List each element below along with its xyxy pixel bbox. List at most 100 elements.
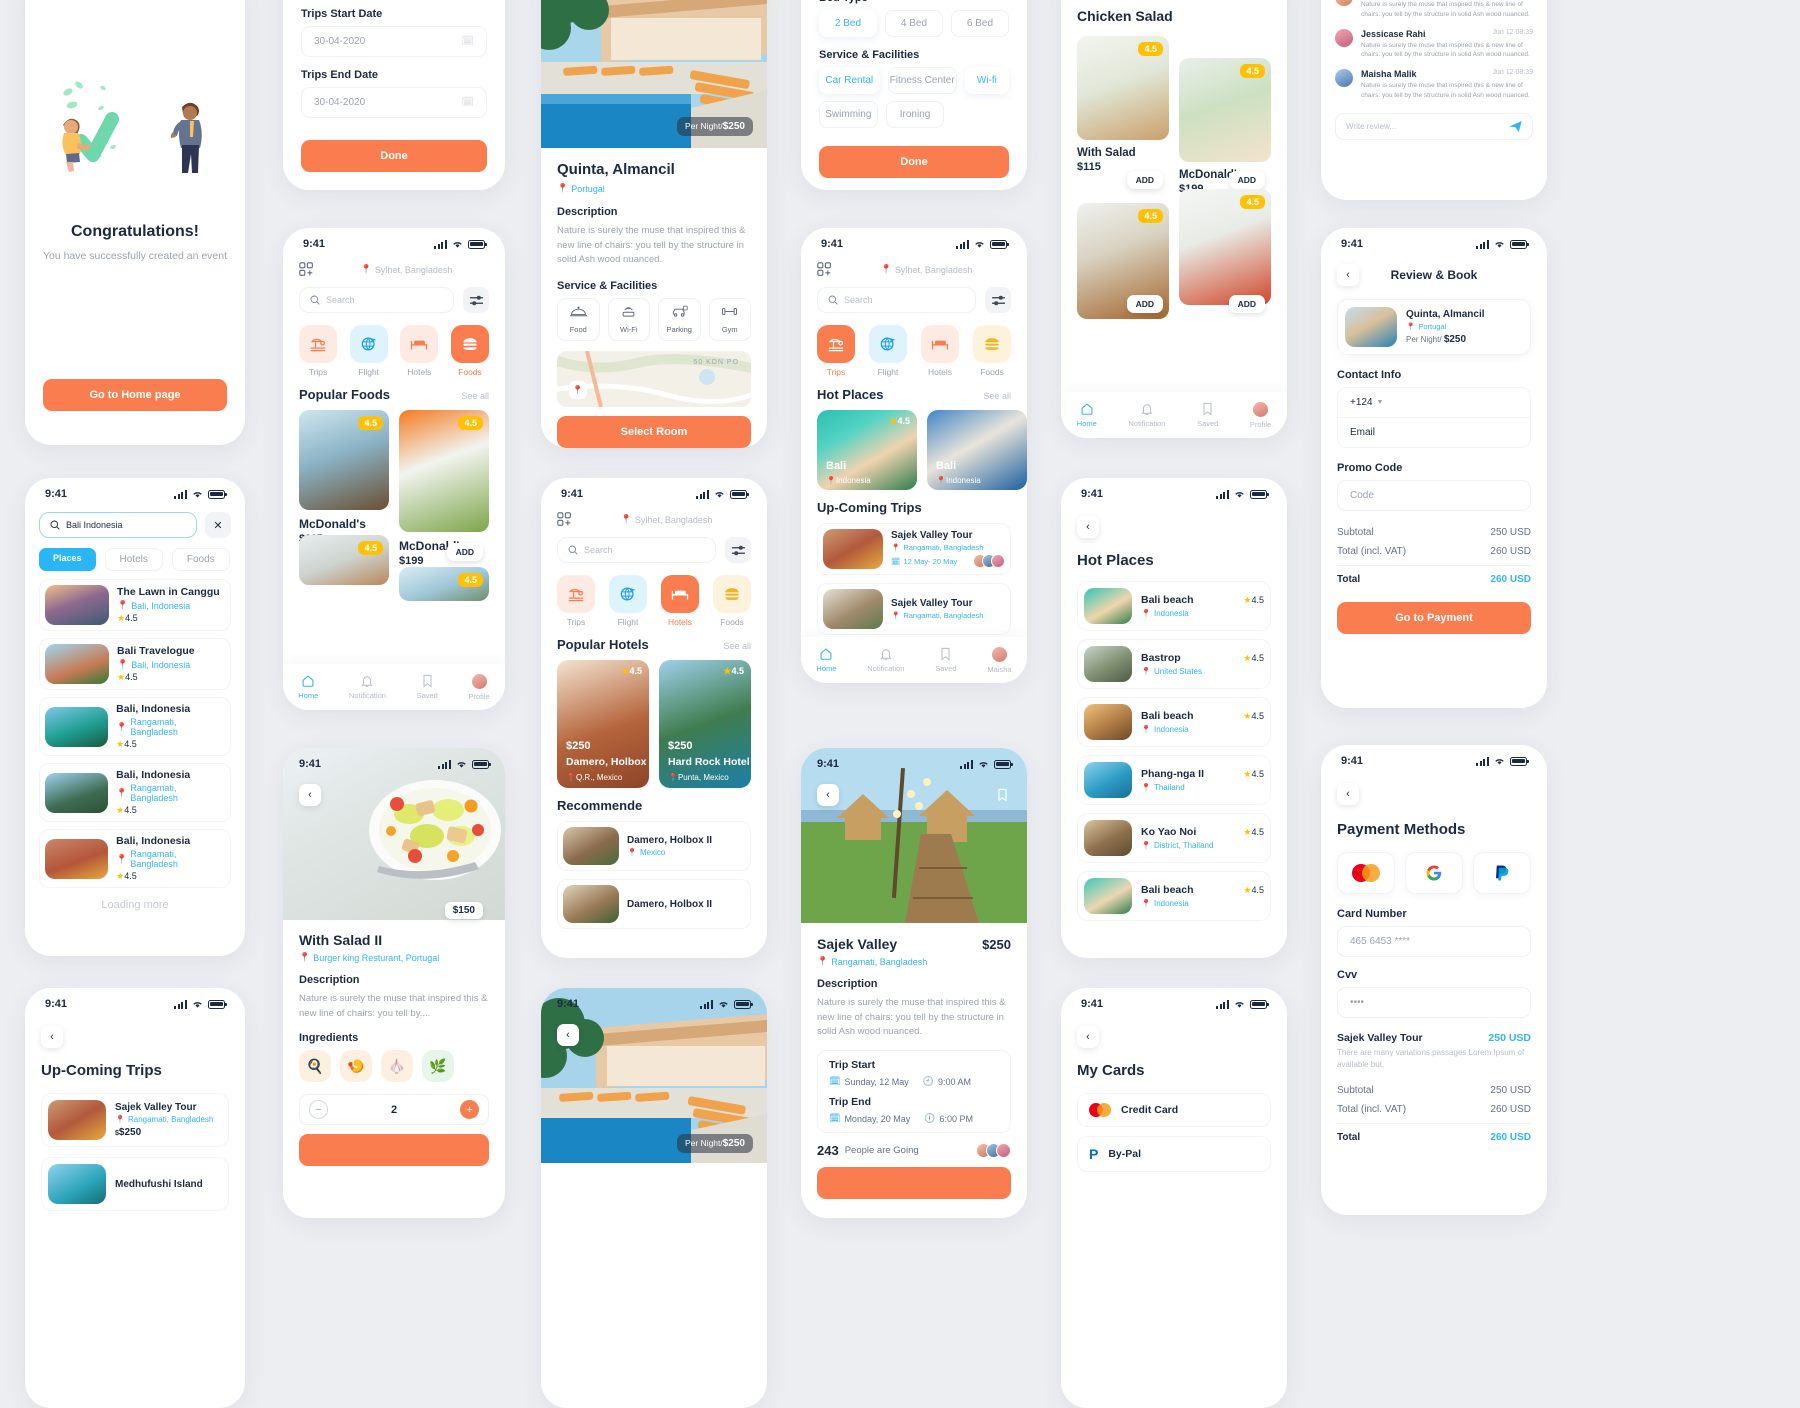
country-code-select[interactable]: +124 ▼ bbox=[1338, 388, 1530, 418]
list-item[interactable]: Bali beach ★4.5 📍 Indonesia bbox=[1077, 581, 1271, 631]
review-input[interactable]: Write review... bbox=[1335, 112, 1533, 140]
filter-icon[interactable] bbox=[463, 287, 489, 313]
nav-profile[interactable]: Profile bbox=[468, 673, 490, 701]
place-card[interactable]: ★4.5 Bali 📍Indonesia bbox=[817, 410, 917, 490]
food-card[interactable]: 4.5 ADD bbox=[1077, 203, 1169, 319]
nav-home[interactable]: Home bbox=[298, 674, 318, 700]
back-button[interactable]: ‹ bbox=[1077, 516, 1099, 538]
booking-summary-card[interactable]: Quinta, Almancil 📍 Portugal Per Night/ $2… bbox=[1337, 299, 1531, 355]
add-button[interactable]: ADD bbox=[1228, 295, 1265, 313]
search-input[interactable]: Search bbox=[299, 287, 454, 313]
tab-foods[interactable]: Foods bbox=[171, 548, 230, 571]
go-home-button[interactable]: Go to Home page bbox=[43, 379, 227, 411]
grid-add-icon[interactable] bbox=[299, 262, 314, 277]
facility-gym[interactable]: Gym bbox=[708, 298, 751, 342]
hotel-card[interactable]: ★4.5 $250 Damero, Holbox 📍Q.R., Mexico bbox=[557, 660, 649, 788]
see-all-link[interactable]: See all bbox=[723, 641, 751, 651]
list-item[interactable]: Phang-nga II ★4.5 📍 Thailand bbox=[1077, 755, 1271, 805]
grid-add-icon[interactable] bbox=[817, 262, 832, 277]
promo-input[interactable]: Code bbox=[1337, 480, 1531, 511]
facility-car-rental[interactable]: Car Rental bbox=[819, 67, 880, 94]
filter-icon[interactable] bbox=[725, 537, 751, 563]
category-flight[interactable]: Flight bbox=[349, 325, 388, 377]
add-button[interactable]: ADD bbox=[446, 543, 483, 561]
category-foods[interactable]: Foods bbox=[450, 325, 489, 377]
card-number-input[interactable]: 465 6453 **** bbox=[1337, 926, 1531, 957]
tab-hotels[interactable]: Hotels bbox=[104, 548, 163, 571]
facility-parking[interactable]: Parking bbox=[658, 298, 701, 342]
bed-option-6[interactable]: 6 Bed bbox=[951, 10, 1009, 37]
facility-wifi[interactable]: Wi-Fi bbox=[607, 298, 650, 342]
back-button[interactable]: ‹ bbox=[299, 784, 321, 806]
nav-saved[interactable]: Saved bbox=[935, 647, 957, 673]
list-item[interactable]: P By-Pal bbox=[1077, 1136, 1271, 1172]
nav-saved[interactable]: Saved bbox=[1197, 402, 1218, 428]
food-card[interactable]: 4.5 ADD bbox=[1179, 189, 1271, 319]
category-trips[interactable]: Trips bbox=[817, 325, 855, 377]
nav-notification[interactable]: Notification bbox=[1128, 402, 1165, 428]
nav-notification[interactable]: Notification bbox=[349, 674, 386, 700]
list-item[interactable]: Bastrop ★4.5 📍 United States bbox=[1077, 639, 1271, 689]
list-item[interactable]: Sajek Valley Tour 📍 Rangamati, Bangladesh… bbox=[41, 1093, 229, 1147]
email-field[interactable]: Email bbox=[1338, 418, 1530, 447]
bed-option-4[interactable]: 4 Bed bbox=[885, 10, 943, 37]
category-flight[interactable]: Flight bbox=[869, 325, 907, 377]
end-date-input[interactable]: 30-04-2020 🗓 bbox=[301, 87, 487, 118]
back-button[interactable]: ‹ bbox=[817, 784, 839, 806]
nav-notification[interactable]: Notification bbox=[867, 647, 904, 673]
back-button[interactable]: ‹ bbox=[557, 1024, 579, 1046]
food-card[interactable]: 4.5 ADD With Salad $115 bbox=[1077, 36, 1169, 195]
nav-home[interactable]: Home bbox=[816, 647, 836, 673]
cvv-input[interactable]: •••• bbox=[1337, 987, 1531, 1018]
facility-food[interactable]: Food bbox=[557, 298, 600, 342]
search-input[interactable]: Search bbox=[557, 537, 716, 563]
see-all-link[interactable]: See all bbox=[461, 391, 489, 401]
hotel-card[interactable]: ★4.5 $250 Hard Rock Hotel 📍Punta, Mexico bbox=[659, 660, 751, 788]
close-icon[interactable]: ✕ bbox=[205, 512, 231, 538]
nav-saved[interactable]: Saved bbox=[417, 674, 438, 700]
done-button[interactable]: Done bbox=[819, 146, 1009, 178]
nav-home[interactable]: Home bbox=[1077, 402, 1097, 428]
bookmark-icon[interactable] bbox=[996, 788, 1009, 802]
go-to-payment-button[interactable]: Go to Payment bbox=[1337, 602, 1531, 634]
payment-method-google[interactable] bbox=[1405, 852, 1463, 894]
filter-icon[interactable] bbox=[985, 287, 1011, 313]
list-item[interactable]: Damero, Holbox II bbox=[557, 879, 751, 929]
add-button[interactable]: ADD bbox=[1126, 295, 1163, 313]
list-item[interactable]: Bali, Indonesia 📍 Rangamati, Bangladesh ★… bbox=[39, 763, 231, 822]
nav-profile[interactable]: Maisha bbox=[987, 646, 1012, 674]
facility-swimming[interactable]: Swimming bbox=[819, 101, 878, 128]
list-item[interactable]: Bali, Indonesia 📍 Rangamati, Bangladesh ★… bbox=[39, 829, 231, 888]
category-trips[interactable]: Trips bbox=[557, 575, 595, 627]
category-foods[interactable]: Foods bbox=[973, 325, 1011, 377]
send-icon[interactable] bbox=[1509, 120, 1522, 132]
category-trips[interactable]: Trips bbox=[299, 325, 337, 377]
food-card[interactable]: 4.5 ADD McDonald's $199 bbox=[399, 410, 489, 567]
map-preview[interactable]: 50 KDN PO 📍 bbox=[557, 351, 751, 408]
back-button[interactable]: ‹ bbox=[41, 1026, 63, 1048]
payment-method-paypal[interactable] bbox=[1473, 852, 1531, 894]
list-item[interactable]: The Lawn in Canggu 📍 Bali, Indonesia ★4.5 bbox=[39, 579, 231, 631]
category-flight[interactable]: Flight bbox=[609, 575, 647, 627]
done-button[interactable]: Done bbox=[301, 140, 487, 172]
list-item[interactable]: Bali Travelogue 📍 Bali, Indonesia ★4.5 bbox=[39, 638, 231, 690]
quantity-decrease[interactable]: − bbox=[309, 1100, 328, 1120]
quantity-increase[interactable]: + bbox=[460, 1100, 479, 1120]
category-hotels[interactable]: Hotels bbox=[921, 325, 959, 377]
start-date-input[interactable]: 30-04-2020 🗓 bbox=[301, 26, 487, 57]
nav-profile[interactable]: Profile bbox=[1250, 401, 1271, 429]
back-button[interactable]: ‹ bbox=[1077, 1026, 1099, 1048]
category-hotels[interactable]: Hotels bbox=[661, 575, 699, 627]
list-item[interactable]: Damero, Holbox II 📍 Mexico bbox=[557, 821, 751, 871]
facility-ironing[interactable]: Ironing bbox=[885, 101, 945, 128]
facility-fitness-center[interactable]: Fitness Center bbox=[887, 67, 957, 94]
list-item[interactable]: Bali, Indonesia 📍 Rangamati, Bangladesh ★… bbox=[39, 697, 231, 756]
list-item[interactable]: Sajek Valley Tour 📍 Rangamati, Bangladesh… bbox=[817, 523, 1011, 575]
add-to-cart-button[interactable] bbox=[299, 1134, 489, 1167]
add-button[interactable]: ADD bbox=[1126, 171, 1163, 189]
food-card[interactable]: 4.5 bbox=[299, 535, 389, 601]
list-item[interactable]: Medhufushi Island bbox=[41, 1157, 229, 1211]
see-all-link[interactable]: See all bbox=[983, 391, 1011, 401]
list-item[interactable]: Ko Yao Noi ★4.5 📍 District, Thailand bbox=[1077, 813, 1271, 863]
facility-wifi[interactable]: Wi-fi bbox=[964, 67, 1009, 94]
